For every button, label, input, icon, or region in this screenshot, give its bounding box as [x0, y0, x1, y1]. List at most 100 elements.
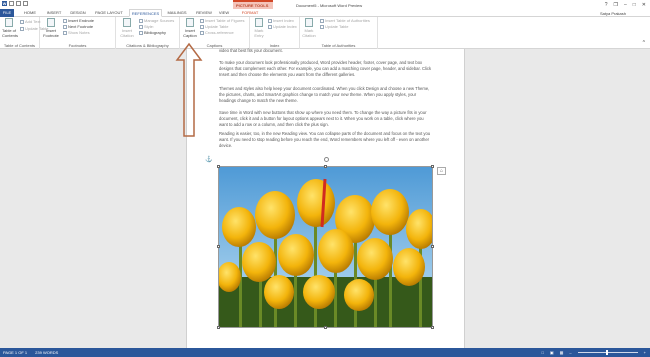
document-area: video that best fits your document. To m… — [0, 48, 650, 348]
next-footnote-icon — [63, 25, 67, 29]
zoom-out-button[interactable]: – — [569, 350, 571, 355]
read-mode-icon[interactable]: □ — [541, 350, 543, 355]
tulip-picture[interactable] — [217, 165, 436, 329]
show-notes-button[interactable]: Show Notes — [63, 30, 90, 35]
tab-format[interactable]: FORMAT — [236, 9, 264, 17]
zoom-slider[interactable] — [577, 350, 638, 355]
bibliography-button[interactable]: Bibliography — [139, 30, 166, 35]
tab-insert[interactable]: INSERT — [43, 9, 65, 17]
tab-mailings[interactable]: MAILINGS — [163, 9, 191, 17]
quick-access-toolbar: W — [2, 1, 28, 6]
group-index: Mark Entry Insert Index Update Index Ind… — [250, 17, 300, 49]
footnote-icon — [47, 18, 55, 27]
update-index-icon — [268, 25, 272, 29]
print-layout-icon[interactable]: ▣ — [550, 350, 554, 355]
insert-table-of-figures-button[interactable]: Insert Table of Figures — [200, 18, 245, 23]
layout-options-button[interactable]: ⌂ — [437, 167, 446, 175]
group-label-toc: Table of Contents — [3, 43, 36, 48]
group-table-of-authorities: Mark Citation Insert Table of Authoritie… — [300, 17, 378, 49]
status-bar: PAGE 1 OF 1 239 WORDS □ ▣ ▦ – + — [0, 348, 650, 357]
resize-handle[interactable] — [431, 165, 434, 168]
update-table-figures-button[interactable]: Update Table — [200, 24, 229, 29]
collapse-ribbon-icon[interactable]: ^ — [643, 41, 645, 46]
table-of-contents-button[interactable]: Table of Contents — [2, 18, 18, 38]
insert-endnote-button[interactable]: Insert Endnote — [63, 18, 94, 23]
insert-citation-button[interactable]: Insert Citation — [119, 18, 135, 38]
insert-caption-button[interactable]: Insert Caption — [182, 18, 198, 38]
update-icon — [200, 25, 204, 29]
resize-handle[interactable] — [217, 165, 220, 168]
group-label-citations: Citations & Bibliography — [126, 43, 169, 48]
toc-icon — [5, 18, 13, 27]
mark-citation-button[interactable]: Mark Citation — [302, 18, 316, 38]
page-count[interactable]: PAGE 1 OF 1 — [3, 350, 27, 355]
tab-file[interactable]: FILE — [0, 9, 14, 17]
paragraph: Save time in Word with new buttons that … — [219, 110, 427, 127]
rotate-handle[interactable] — [324, 157, 329, 162]
minimize-button[interactable]: – — [624, 2, 627, 8]
insert-footnote-button[interactable]: Insert Footnote — [43, 18, 59, 38]
resize-handle[interactable] — [324, 165, 327, 168]
table-of-figures-icon — [200, 19, 204, 23]
style-icon — [139, 25, 143, 29]
user-name[interactable]: Satya Prakash — [600, 11, 626, 16]
style-dropdown[interactable]: Style: — [139, 24, 154, 29]
pointer-arrow — [175, 42, 203, 137]
add-text-button[interactable]: Add Text — [20, 19, 41, 24]
tab-design[interactable]: DESIGN — [67, 9, 89, 17]
ribbon: Table of Contents Add Text Update Table … — [0, 17, 650, 49]
resize-handle[interactable] — [217, 245, 220, 248]
save-icon[interactable] — [9, 1, 14, 6]
insert-index-icon — [268, 19, 272, 23]
cross-reference-button[interactable]: Cross-reference — [200, 30, 234, 35]
mark-citation-icon — [305, 18, 313, 27]
word-logo-icon: W — [2, 1, 7, 6]
insert-index-button[interactable]: Insert Index — [268, 18, 294, 23]
tab-home[interactable]: HOME — [20, 9, 40, 17]
tab-page-layout[interactable]: PAGE LAYOUT — [91, 9, 127, 17]
update-icon — [20, 27, 24, 31]
next-footnote-button[interactable]: Next Footnote — [63, 24, 93, 29]
paragraph: Themes and styles also help keep your do… — [219, 86, 430, 103]
resize-handle[interactable] — [431, 245, 434, 248]
word-window: W PICTURE TOOLS Document5 - Microsoft Wo… — [0, 0, 650, 357]
manage-sources-button[interactable]: Manage Sources — [139, 18, 174, 23]
mark-entry-button[interactable]: Mark Entry — [252, 18, 266, 38]
update-toa-button[interactable]: Update Table — [320, 24, 349, 29]
help-button[interactable]: ? — [605, 2, 608, 8]
word-count[interactable]: 239 WORDS — [35, 350, 58, 355]
group-table-of-contents: Table of Contents Add Text Update Table … — [0, 17, 49, 49]
update-icon — [320, 25, 324, 29]
ribbon-display-button[interactable]: ❐ — [614, 2, 618, 8]
insert-table-of-authorities-button[interactable]: Insert Table of Authorities — [320, 18, 370, 23]
group-footnotes: Insert Footnote Insert Endnote Next Foot… — [40, 17, 116, 49]
show-notes-icon — [63, 31, 67, 35]
resize-handle[interactable] — [217, 326, 220, 329]
caption-icon — [186, 18, 194, 27]
web-layout-icon[interactable]: ▦ — [560, 350, 564, 355]
zoom-in-button[interactable]: + — [644, 350, 646, 355]
undo-icon[interactable] — [16, 1, 21, 6]
title-bar: W PICTURE TOOLS Document5 - Microsoft Wo… — [0, 0, 650, 9]
endnote-icon — [63, 19, 67, 23]
tab-review[interactable]: REVIEW — [193, 9, 215, 17]
tab-references[interactable]: REFERENCES — [129, 9, 162, 17]
close-button[interactable]: ✕ — [642, 2, 646, 8]
resize-handle[interactable] — [324, 326, 327, 329]
update-index-button[interactable]: Update Index — [268, 24, 297, 29]
paragraph: To make your document look professionall… — [219, 60, 432, 77]
group-citations: Insert Citation Manage Sources Style: Bi… — [116, 17, 180, 49]
picture-tools-label: PICTURE TOOLS — [236, 3, 269, 8]
table-of-authorities-icon — [320, 19, 324, 23]
anchor-icon[interactable]: ⚓ — [205, 156, 212, 163]
document-title: Document5 - Microsoft Word Preview — [296, 3, 363, 8]
redo-icon[interactable] — [23, 1, 28, 6]
resize-handle[interactable] — [431, 326, 434, 329]
manage-sources-icon — [139, 19, 143, 23]
maximize-button[interactable]: □ — [633, 2, 636, 8]
tab-view[interactable]: VIEW — [216, 9, 232, 17]
tulip-photo — [217, 167, 436, 327]
mark-entry-icon — [255, 18, 263, 27]
zoom-thumb[interactable] — [605, 350, 608, 355]
cross-reference-icon — [200, 31, 204, 35]
